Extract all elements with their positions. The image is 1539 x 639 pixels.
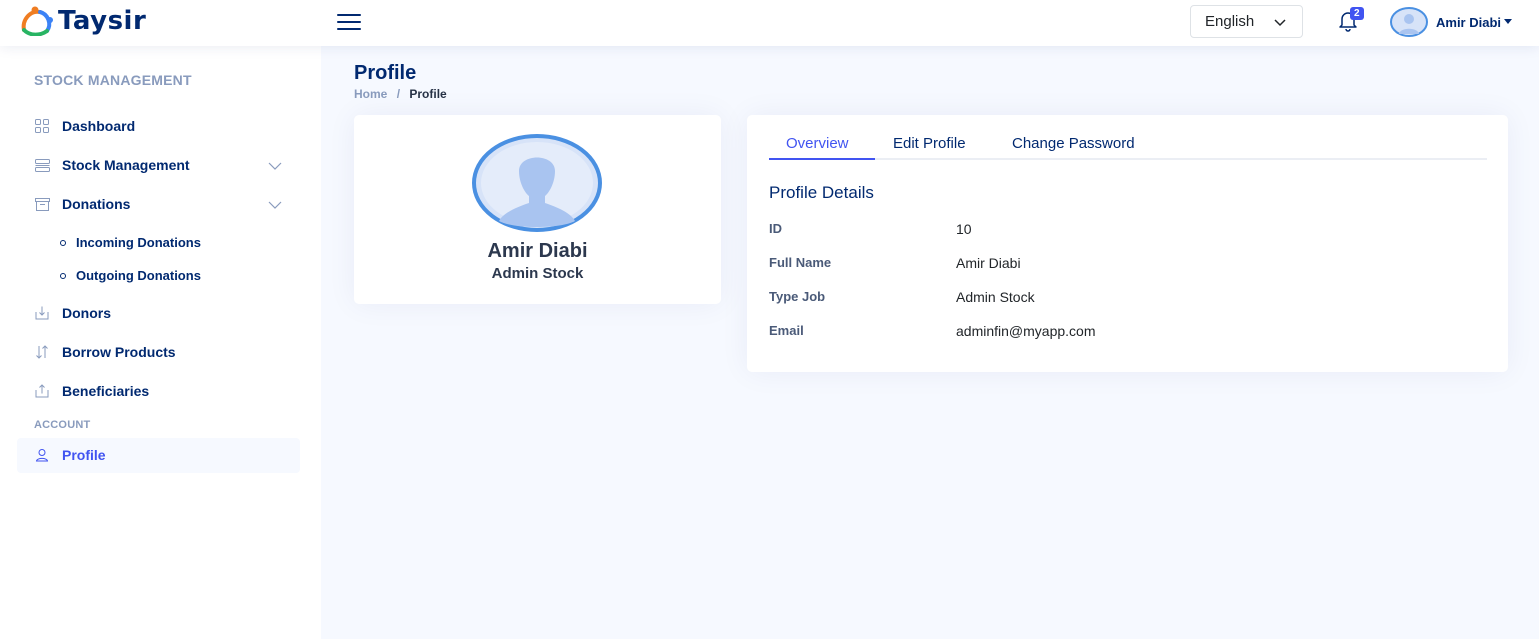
tab-overview[interactable]: Overview [786,135,849,152]
detail-value-full-name: Amir Diabi [956,255,1021,271]
profile-role: Admin Stock [491,265,584,282]
menu-icon [34,157,50,173]
breadcrumb-current: Profile [409,87,447,101]
sidebar-item-donors[interactable]: Donors [34,305,111,321]
sidebar-subitem-label: Outgoing Donations [76,268,201,283]
sidebar-item-label: Dashboard [62,118,136,134]
profile-tabs: Overview Edit Profile Change Password [769,133,1487,160]
sidebar-item-borrow-products[interactable]: Borrow Products [34,344,176,360]
caret-down-icon [1504,19,1513,24]
detail-label-id: ID [769,221,782,236]
profile-details-title: Profile Details [769,183,874,202]
sidebar-account-heading: ACCOUNT [34,419,91,431]
notification-badge: 2 [1350,7,1364,20]
box-arrow-up-icon [34,383,50,399]
sidebar-toggle-button[interactable] [337,12,361,32]
breadcrumb: Home / Profile [354,87,447,101]
breadcrumb-home[interactable]: Home [354,87,387,101]
user-name: Amir Diabi [1436,14,1502,30]
detail-value-type-job: Admin Stock [956,289,1035,305]
bullet-icon [60,239,66,246]
language-value: English [1205,13,1255,30]
arrows-updown-icon [34,344,50,360]
sidebar: STOCK MANAGEMENT Dashboard Stock Managem… [0,46,321,639]
tab-edit-profile[interactable]: Edit Profile [893,135,966,152]
chevron-down-icon[interactable] [268,201,282,209]
active-tab-indicator [769,158,875,160]
detail-label-type-job: Type Job [769,289,826,304]
avatar [1390,7,1428,37]
box-arrow-in-icon [34,305,50,321]
archive-icon [34,196,50,212]
sidebar-item-profile[interactable]: Profile [34,447,106,463]
sidebar-item-donations[interactable]: Donations [34,196,130,212]
sidebar-heading: STOCK MANAGEMENT [34,72,192,88]
sidebar-item-stock-management[interactable]: Stock Management [34,157,190,173]
sidebar-subitem-outgoing-donations[interactable]: Outgoing Donations [60,268,201,283]
sidebar-item-label: Borrow Products [62,344,176,360]
sidebar-item-label: Profile [62,447,106,463]
sidebar-item-label: Beneficiaries [62,383,150,399]
logo-icon [21,6,53,36]
logo-text: Taysir [58,6,147,36]
detail-label-email: Email [769,323,804,338]
profile-card: Amir Diabi Admin Stock [354,115,721,304]
chevron-down-icon [1274,19,1286,27]
tab-change-password[interactable]: Change Password [1012,135,1135,152]
breadcrumb-separator: / [396,87,401,101]
person-icon [34,447,50,463]
chevron-down-icon[interactable] [268,162,282,170]
sidebar-item-dashboard[interactable]: Dashboard [34,118,135,134]
user-menu[interactable]: Amir Diabi [1390,7,1513,37]
detail-value-email: adminfin@myapp.com [956,323,1096,339]
language-select[interactable]: English [1190,5,1303,38]
sidebar-item-label: Donations [62,196,131,212]
detail-value-id: 10 [956,221,972,237]
sidebar-item-label: Donors [62,305,111,321]
logo[interactable]: Taysir [20,6,146,36]
sidebar-item-beneficiaries[interactable]: Beneficiaries [34,383,149,399]
page-title: Profile [354,62,417,84]
sidebar-subitem-incoming-donations[interactable]: Incoming Donations [60,235,201,250]
top-header: Taysir English 2 Amir Diabi [0,0,1539,46]
sidebar-item-label: Stock Management [62,157,190,173]
profile-avatar [472,134,602,232]
detail-label-full-name: Full Name [769,255,832,270]
profile-details-card: Overview Edit Profile Change Password Pr… [747,115,1508,372]
profile-name: Amir Diabi [487,240,588,262]
grid-icon [34,118,50,134]
sidebar-subitem-label: Incoming Donations [76,235,201,250]
bullet-icon [60,272,66,279]
